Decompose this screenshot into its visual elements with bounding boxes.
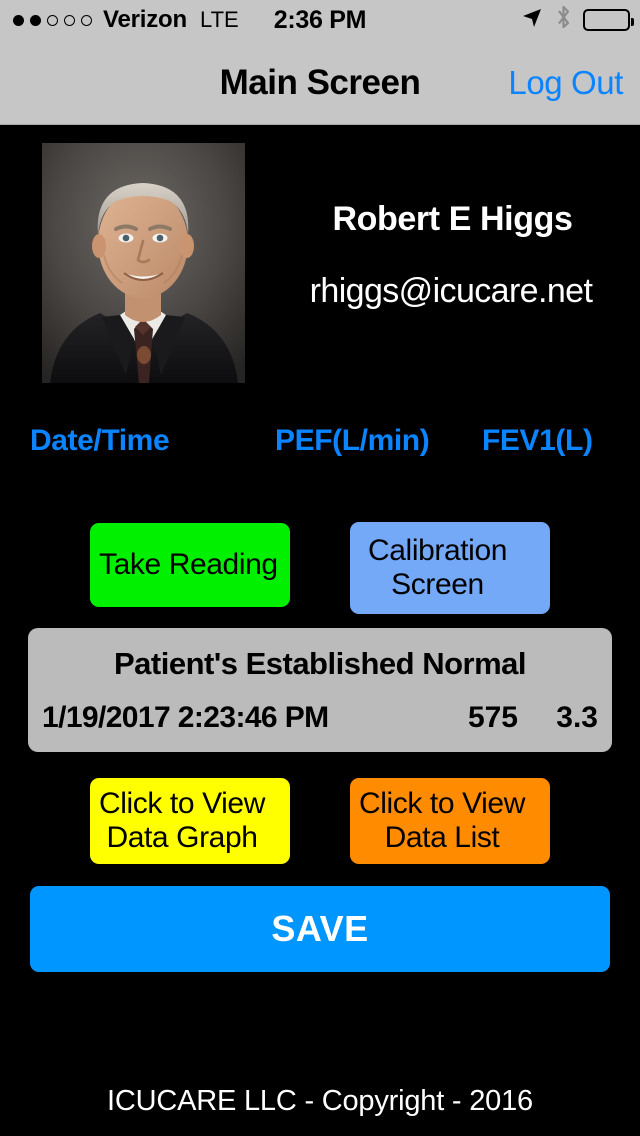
status-bar-right xyxy=(520,5,634,35)
established-normal-datetime: 1/19/2017 2:23:46 PM xyxy=(42,701,329,734)
established-normal-panel: Patient's Established Normal 1/19/2017 2… xyxy=(28,628,612,752)
take-reading-button[interactable]: Take Reading xyxy=(90,523,290,607)
patient-name: Robert E Higgs xyxy=(332,200,573,238)
battery-icon xyxy=(583,9,634,31)
established-normal-pef: 575 xyxy=(467,701,518,734)
patient-photo xyxy=(42,143,245,383)
view-data-graph-button[interactable]: Click to View Data Graph xyxy=(90,778,290,864)
navigation-bar: Main Screen Log Out xyxy=(0,40,640,125)
column-header-pef: PEF(L/min) xyxy=(275,424,430,457)
location-arrow-icon xyxy=(520,6,544,35)
save-button[interactable]: SAVE xyxy=(30,886,610,972)
column-header-datetime: Date/Time xyxy=(30,424,170,457)
status-bar: Verizon LTE 2:36 PM xyxy=(0,0,640,40)
patient-email: rhiggs@icucare.net xyxy=(309,272,593,310)
established-normal-title: Patient's Established Normal xyxy=(114,646,527,681)
copyright-footer: ICUCARE LLC - Copyright - 2016 xyxy=(107,1085,533,1117)
log-out-button[interactable]: Log Out xyxy=(508,40,623,125)
main-screen: Verizon LTE 2:36 PM Main Screen Log Out xyxy=(0,0,640,1136)
column-header-fev1: FEV1(L) xyxy=(482,424,593,457)
bluetooth-icon xyxy=(555,5,572,35)
view-data-list-button[interactable]: Click to View Data List xyxy=(350,778,550,864)
calibration-screen-button[interactable]: Calibration Screen xyxy=(350,522,550,614)
established-normal-fev1: 3.3 xyxy=(556,701,598,734)
reading-column-headers: Date/Time PEF(L/min) FEV1(L) xyxy=(0,424,640,466)
